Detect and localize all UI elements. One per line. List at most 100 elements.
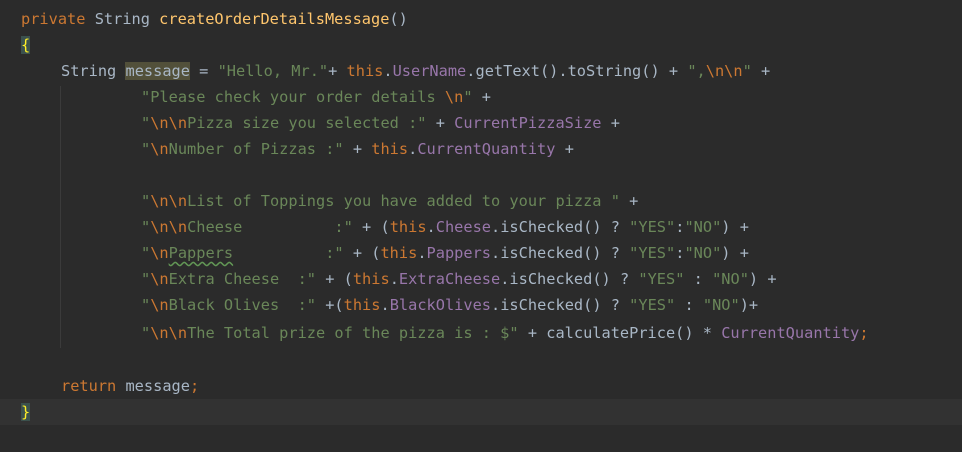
plus-op: +( — [316, 296, 344, 314]
plus-op: + — [751, 62, 771, 80]
escape-seq: \n\n — [150, 324, 188, 342]
code-line-8[interactable]: "\n\nList of Toppings you have added to … — [141, 188, 962, 214]
field-cheese: Cheese — [435, 218, 492, 236]
dot: . — [383, 62, 393, 80]
code-line-2[interactable]: { — [21, 32, 962, 58]
field-pappers: Pappers — [426, 244, 491, 262]
plus-op: + — [426, 114, 455, 132]
indent-guide — [60, 86, 61, 348]
typo-word: Pappers — [168, 244, 234, 262]
string-open: " — [141, 114, 151, 132]
dot: . — [417, 244, 427, 262]
dot: . — [389, 270, 399, 288]
string-yes: "YES" — [629, 296, 676, 314]
string-part: "Please check your order details — [141, 88, 445, 106]
escape-seq: \n — [150, 140, 169, 158]
ternary-colon: : — [684, 270, 713, 288]
code-line-11[interactable]: "\nExtra Cheese :" + (this.ExtraCheese.i… — [141, 266, 962, 292]
code-line-5[interactable]: "\n\nPizza size you selected :" + Curren… — [141, 110, 962, 136]
method-call: .isChecked() ? — [491, 244, 630, 262]
string-open: " — [141, 218, 151, 236]
string-open: " — [141, 192, 151, 210]
keyword-this: this — [346, 62, 384, 80]
method-name: createOrderDetailsMessage — [159, 10, 390, 28]
params: () — [389, 10, 408, 28]
escape-seq: \n — [150, 270, 169, 288]
plus-op: + — [343, 140, 372, 158]
code-line-16[interactable]: } — [0, 399, 962, 425]
string-hello: "Hello, Mr." — [217, 62, 329, 80]
field-username: UserName — [392, 62, 467, 80]
string-yes: "YES" — [638, 270, 685, 288]
plus-op: + ( — [352, 218, 390, 236]
keyword-this: this — [343, 296, 381, 314]
dot: . — [380, 296, 390, 314]
dot: . — [408, 140, 418, 158]
string-open: " — [141, 296, 151, 314]
open-brace: { — [21, 36, 31, 54]
keyword-this: this — [389, 218, 427, 236]
keyword-this: this — [352, 270, 390, 288]
string-no: "NO" — [702, 296, 740, 314]
string-open: " — [141, 324, 151, 342]
code-line-1[interactable]: private String createOrderDetailsMessage… — [21, 6, 962, 32]
string-part: Extra Cheese :" — [168, 270, 316, 288]
string-part: List of Toppings you have added to your … — [187, 192, 620, 210]
plus-op: + — [472, 88, 491, 106]
string-part: Pizza size you selected :" — [187, 114, 427, 132]
field-black-olives: BlackOlives — [389, 296, 492, 314]
string-comma: ", — [687, 62, 706, 80]
keyword-this: this — [380, 244, 418, 262]
escape-seq: \n\n — [705, 62, 743, 80]
escape-seq: \n — [150, 296, 169, 314]
type-string: String — [61, 62, 117, 80]
plus-op: + — [619, 192, 639, 210]
escape-seq: \n — [444, 88, 464, 106]
code-line-9[interactable]: "\n\nCheese :" + (this.Cheese.isChecked(… — [141, 214, 962, 240]
semicolon: ; — [189, 377, 200, 395]
method-call: .isChecked() ? — [500, 270, 639, 288]
string-part: :" — [233, 244, 344, 262]
code-line-13[interactable]: "\n\nThe Total prize of the pizza is : $… — [141, 320, 962, 346]
string-close: " — [742, 62, 752, 80]
code-editor[interactable]: private String createOrderDetailsMessage… — [0, 0, 962, 452]
plus-op: + ( — [316, 270, 353, 288]
field-extra-cheese: ExtraCheese — [398, 270, 501, 288]
calculate-call: + calculatePrice() * — [518, 324, 722, 342]
method-call: .getText().toString() + — [466, 62, 688, 80]
code-line-10[interactable]: "\nPappers :" + (this.Pappers.isChecked(… — [141, 240, 962, 266]
variable-message: message — [116, 377, 190, 395]
escape-seq: \n\n — [150, 218, 188, 236]
code-line-6[interactable]: "\nNumber of Pizzas :" + this.CurrentQua… — [141, 136, 962, 162]
string-no: "NO" — [684, 244, 722, 262]
string-no: "NO" — [684, 218, 722, 236]
variable-message: message — [125, 62, 190, 80]
keyword-private: private — [21, 10, 86, 28]
semicolon: ; — [859, 324, 869, 342]
escape-seq: \n — [150, 244, 169, 262]
plus-op: + — [555, 140, 574, 158]
code-line-12[interactable]: "\nBlack Olives :" +(this.BlackOlives.is… — [141, 292, 962, 318]
string-part: Black Olives :" — [168, 296, 316, 314]
string-part: The Total prize of the pizza is : $" — [187, 324, 519, 342]
string-close: " — [463, 88, 473, 106]
plus-op: + — [601, 114, 620, 132]
plus-op: ) + — [721, 218, 749, 236]
field-current-pizza-size: CurrentPizzaSize — [454, 114, 602, 132]
keyword-this: this — [371, 140, 409, 158]
string-open: " — [141, 270, 151, 288]
string-yes: "YES" — [629, 244, 676, 262]
code-line-4[interactable]: "Please check your order details \n" + — [141, 84, 962, 110]
plus-op: + ( — [343, 244, 381, 262]
escape-seq: \n\n — [150, 192, 188, 210]
field-current-quantity: CurrentQuantity — [721, 324, 860, 342]
escape-seq: \n\n — [150, 114, 188, 132]
code-line-15[interactable]: return message; — [61, 373, 962, 399]
ternary-colon: : — [675, 296, 703, 314]
assign-op: = — [189, 62, 218, 80]
plus-op: ) + — [748, 270, 777, 288]
string-open: " — [141, 140, 151, 158]
type-string: String — [94, 10, 150, 28]
code-line-3[interactable]: String message = "Hello, Mr." + this.User… — [61, 58, 962, 84]
keyword-return: return — [61, 377, 117, 395]
